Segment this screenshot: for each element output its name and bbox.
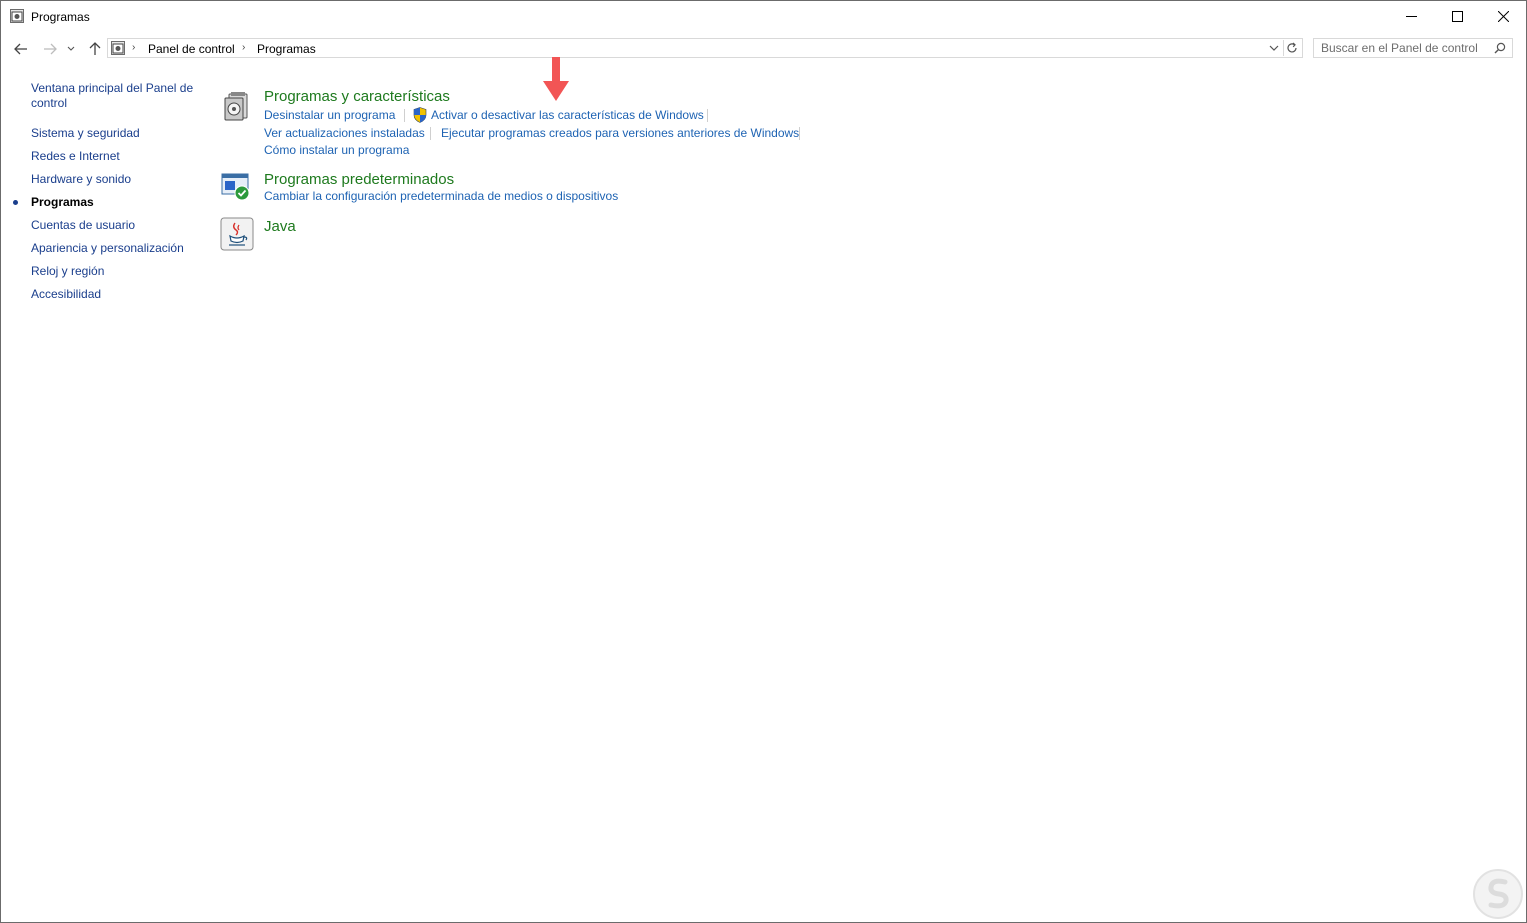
link-separator (707, 109, 708, 122)
current-item-bullet (13, 200, 18, 205)
search-box[interactable] (1313, 38, 1513, 58)
category-title-java[interactable]: Java (264, 218, 296, 235)
sidebar-item-reloj-region[interactable]: Reloj y región (31, 264, 104, 279)
back-button[interactable] (12, 40, 30, 58)
arrow-left-icon (14, 43, 27, 55)
up-button[interactable] (86, 40, 104, 58)
sidebar-item-home-cont[interactable]: control (31, 96, 67, 111)
address-bar[interactable]: › Panel de control › Programas (107, 38, 1303, 58)
sidebar-item-cuentas-usuario[interactable]: Cuentas de usuario (31, 218, 135, 233)
search-input[interactable] (1314, 39, 1491, 57)
chevron-down-icon[interactable] (1268, 42, 1280, 54)
control-panel-location-icon (111, 41, 125, 55)
java-icon (220, 217, 254, 251)
watermark-logo-icon (1473, 869, 1523, 919)
annotation-arrow-icon (543, 57, 569, 101)
breadcrumb-separator-icon: › (242, 42, 246, 53)
address-divider (1283, 40, 1284, 56)
programs-features-icon (224, 92, 248, 121)
link-change-default-media[interactable]: Cambiar la configuración predeterminada … (264, 189, 618, 203)
close-button[interactable] (1480, 1, 1526, 32)
breadcrumb-panel-de-control[interactable]: Panel de control (148, 42, 235, 56)
breadcrumb-programas[interactable]: Programas (257, 42, 316, 56)
chevron-down-icon (67, 46, 75, 51)
sidebar-item-apariencia[interactable]: Apariencia y personalización (31, 241, 184, 256)
minimize-icon (1405, 16, 1417, 17)
link-separator (799, 127, 800, 140)
sidebar-item-home[interactable]: Ventana principal del Panel de (31, 81, 193, 96)
link-uninstall-program[interactable]: Desinstalar un programa (264, 108, 395, 122)
recent-locations-button[interactable] (65, 40, 77, 58)
category-title-programs-features[interactable]: Programas y características (264, 88, 450, 105)
link-separator (430, 127, 431, 140)
sidebar-item-redes-internet[interactable]: Redes e Internet (31, 149, 120, 164)
refresh-icon[interactable] (1285, 41, 1299, 55)
arrow-up-icon (89, 42, 101, 55)
minimize-button[interactable] (1388, 1, 1434, 32)
forward-button[interactable] (41, 40, 59, 58)
maximize-button[interactable] (1434, 1, 1480, 32)
uac-shield-icon (413, 107, 427, 123)
link-compatibility[interactable]: Ejecutar programas creados para versione… (441, 126, 799, 140)
category-title-default-programs[interactable]: Programas predeterminados (264, 171, 454, 188)
maximize-icon (1451, 11, 1463, 22)
link-separator (404, 109, 405, 122)
link-windows-features[interactable]: Activar o desactivar las características… (431, 108, 704, 122)
breadcrumb-separator-icon: › (132, 42, 136, 53)
sidebar-item-accesibilidad[interactable]: Accesibilidad (31, 287, 101, 302)
link-installed-updates[interactable]: Ver actualizaciones instaladas (264, 126, 425, 140)
search-icon[interactable] (1494, 42, 1506, 54)
sidebar-item-sistema-seguridad[interactable]: Sistema y seguridad (31, 126, 140, 141)
sidebar-item-hardware-sonido[interactable]: Hardware y sonido (31, 172, 131, 187)
window-title: Programas (31, 10, 90, 24)
title-bar: Programas (1, 1, 1526, 32)
link-how-to-install[interactable]: Cómo instalar un programa (264, 143, 409, 157)
default-programs-icon (221, 173, 250, 201)
control-panel-icon (10, 9, 24, 23)
navigation-bar: › Panel de control › Programas (1, 36, 1526, 62)
arrow-right-icon (44, 43, 57, 55)
control-panel-window: Programas › Panel de control › Programas… (0, 0, 1527, 923)
sidebar-item-programas: Programas (31, 195, 94, 209)
close-icon (1497, 11, 1509, 22)
